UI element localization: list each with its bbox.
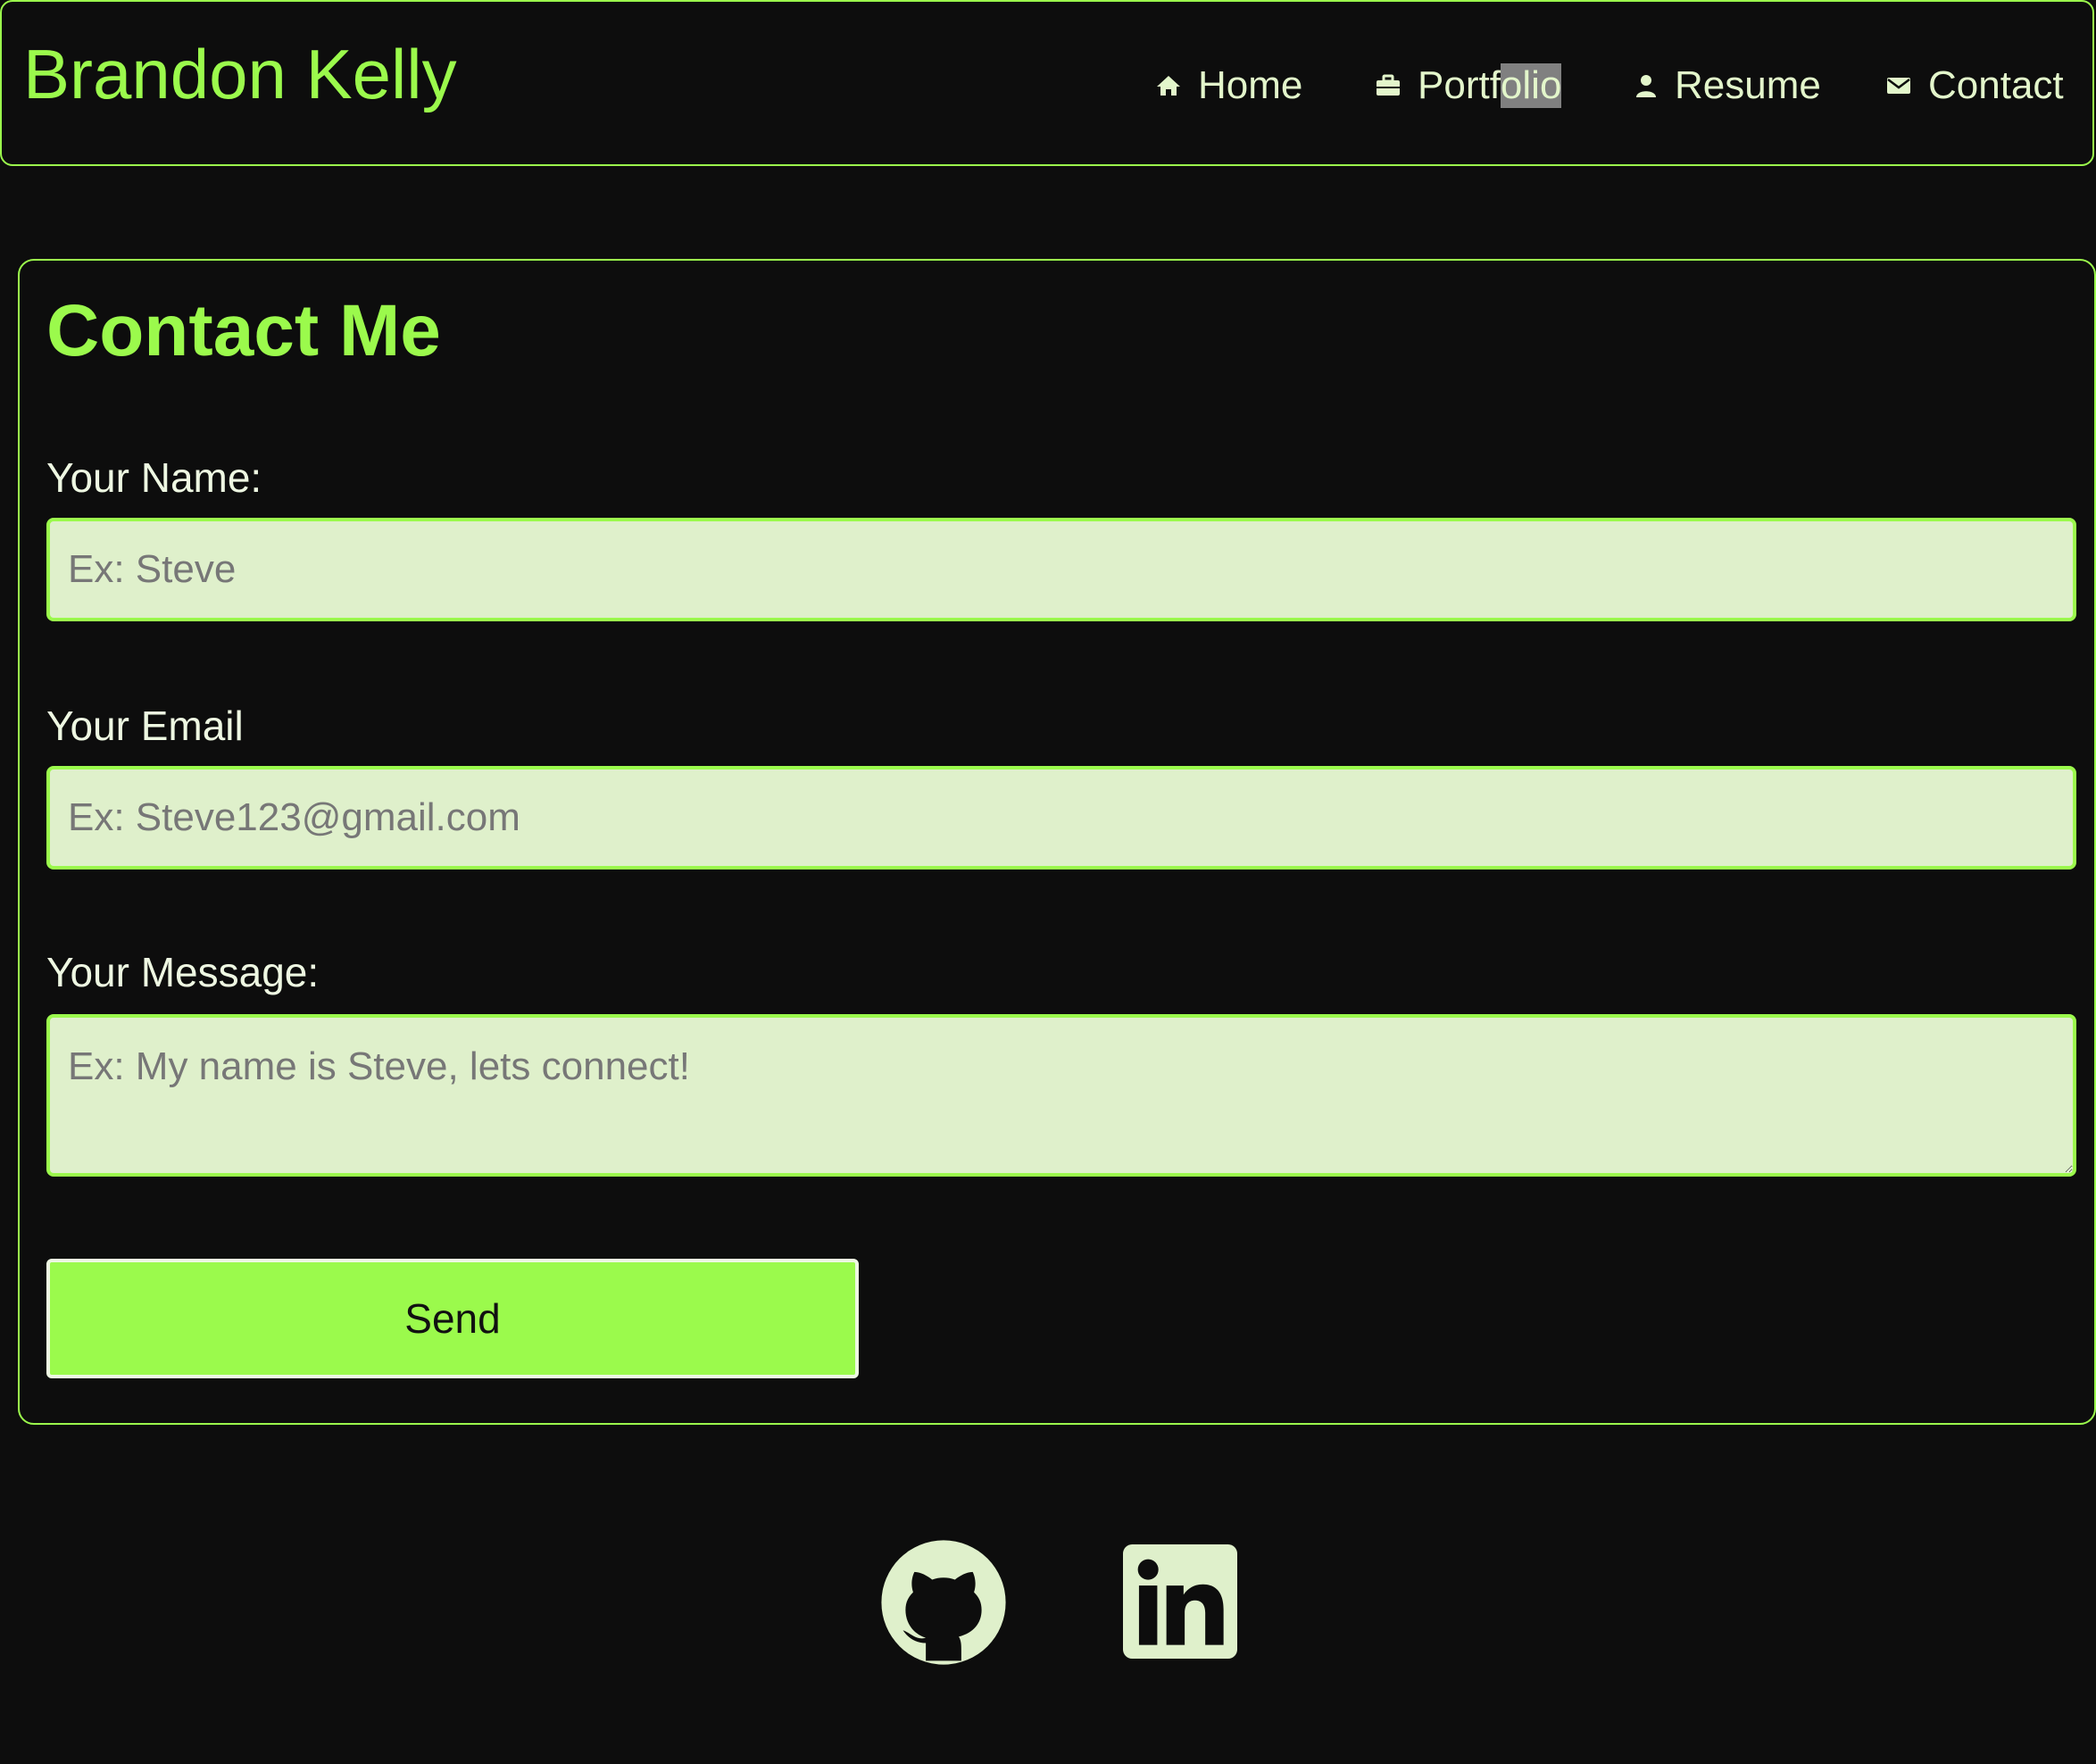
briefcase-icon (1377, 74, 1400, 96)
message-textarea[interactable] (46, 1014, 2076, 1177)
page-title: Contact Me (46, 290, 441, 371)
send-button[interactable]: Send (46, 1259, 859, 1378)
nav-portfolio[interactable]: Portf olio (1375, 59, 1562, 112)
nav-resume[interactable]: Resume (1634, 59, 1821, 112)
email-label: Your Email (46, 703, 244, 749)
name-input[interactable] (46, 518, 2076, 621)
nav-portfolio-label-start: Portf (1418, 63, 1501, 107)
user-icon (1636, 75, 1656, 97)
nav-home[interactable]: Home (1155, 59, 1302, 112)
brand-name[interactable]: Brandon Kelly (23, 39, 457, 109)
email-input[interactable] (46, 766, 2076, 870)
linkedin-icon[interactable] (1123, 1544, 1237, 1659)
nav-home-label: Home (1198, 63, 1303, 107)
message-label: Your Message: (46, 949, 320, 995)
nav-contact-label: Contact (1928, 63, 2064, 107)
name-label: Your Name: (46, 454, 262, 501)
nav-resume-label: Resume (1675, 63, 1821, 107)
envelope-icon (1887, 78, 1910, 94)
nav-contact[interactable]: Contact (1885, 59, 2064, 112)
home-icon (1157, 76, 1180, 96)
nav-portfolio-label-selected: olio (1500, 63, 1562, 108)
github-icon[interactable] (880, 1539, 1007, 1666)
